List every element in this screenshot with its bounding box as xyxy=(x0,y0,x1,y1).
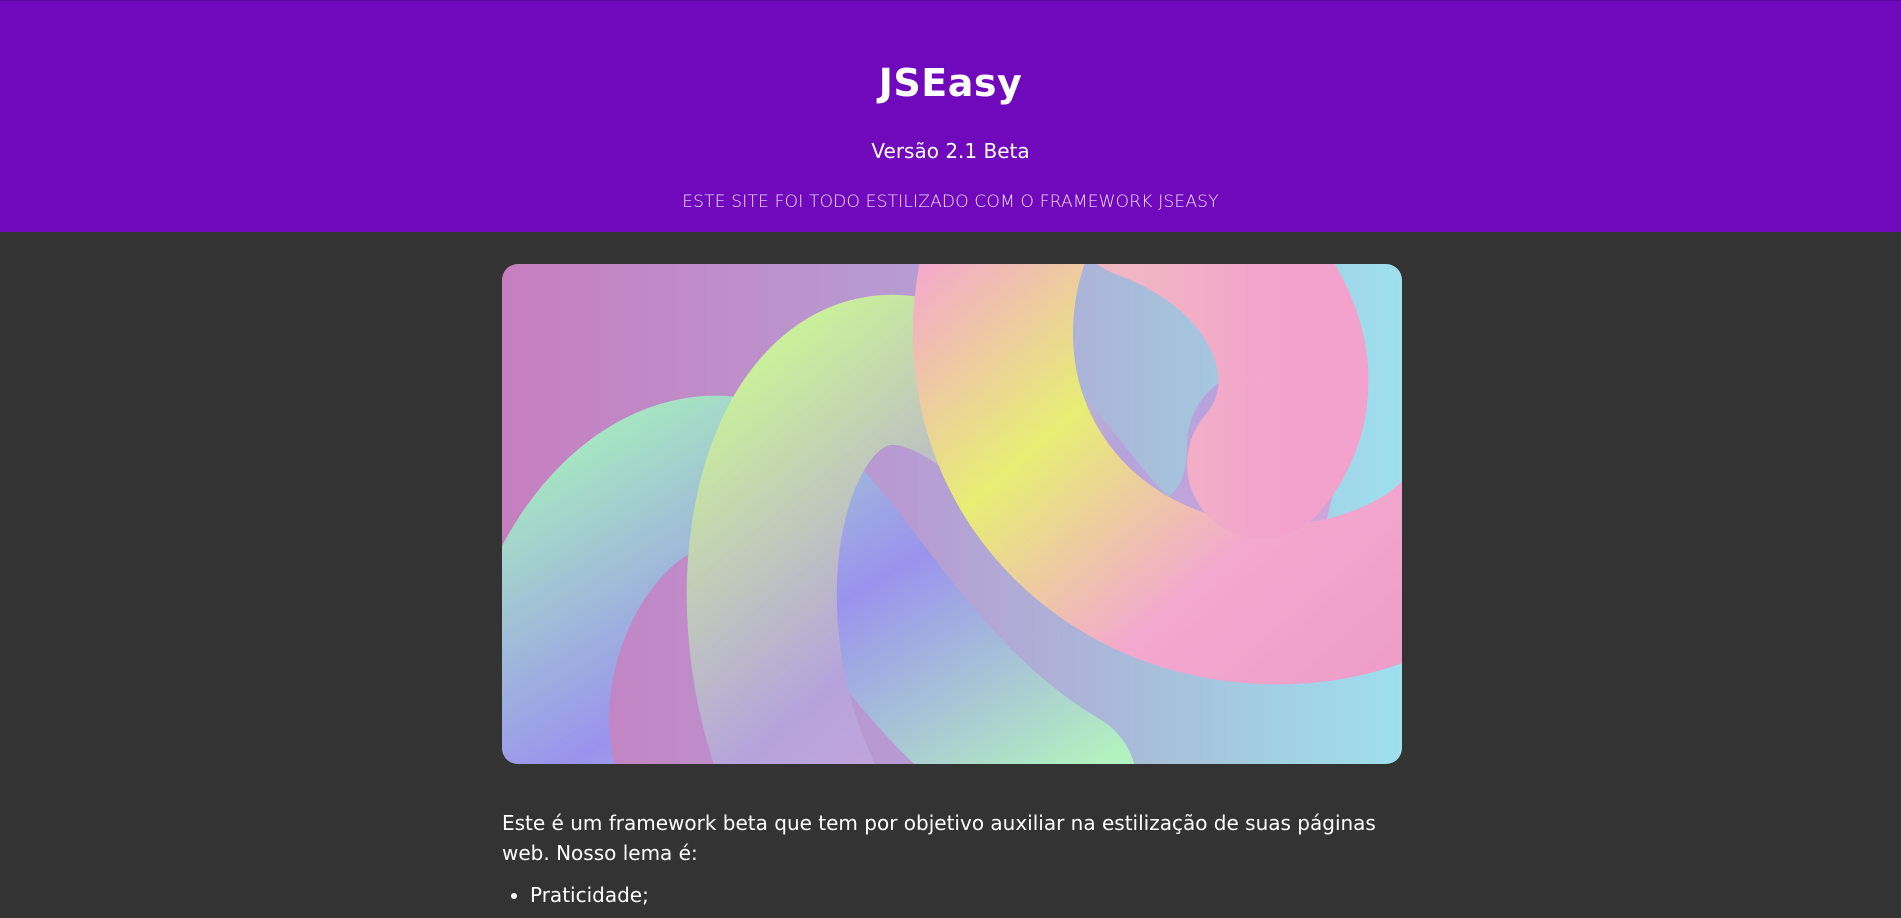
list-item: Praticidade; xyxy=(530,880,1402,910)
main-content: Este é um framework beta que tem por obj… xyxy=(502,264,1402,910)
features-list: Praticidade; xyxy=(502,880,1402,910)
site-version: Versão 2.1 Beta xyxy=(871,139,1030,163)
site-title: JSEasy xyxy=(878,61,1023,105)
hero-image xyxy=(502,264,1402,764)
site-tagline: ESTE SITE FOI TODO ESTILIZADO COM O FRAM… xyxy=(682,192,1219,212)
site-header: JSEasy Versão 2.1 Beta ESTE SITE FOI TOD… xyxy=(0,0,1901,232)
intro-paragraph: Este é um framework beta que tem por obj… xyxy=(502,811,1376,865)
